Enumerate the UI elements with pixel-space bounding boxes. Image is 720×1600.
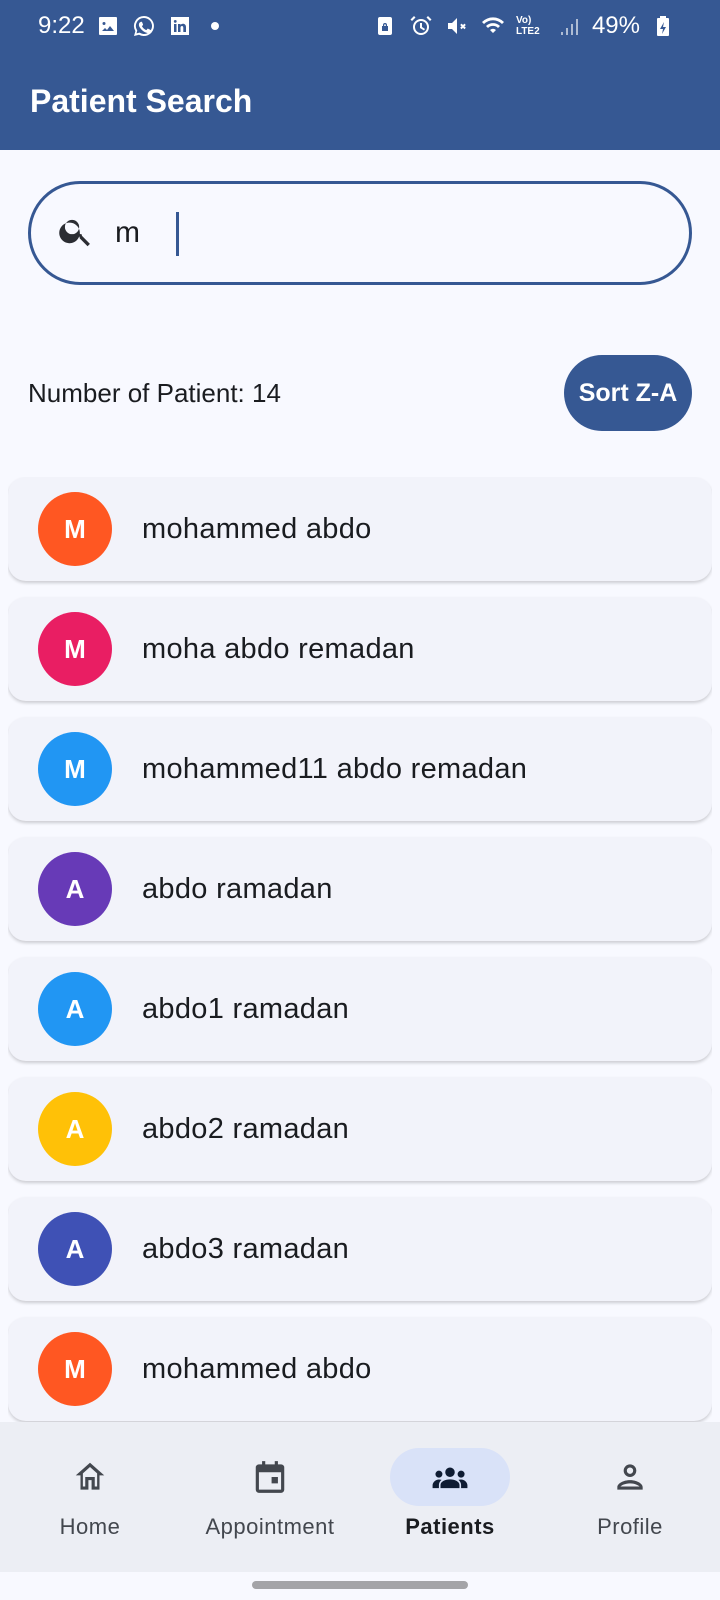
patient-card[interactable]: Mmohammed abdo [8,1317,712,1421]
patient-card[interactable]: Aabdo ramadan [8,837,712,941]
patient-card[interactable]: Mmohammed abdo [8,477,712,581]
search-input[interactable] [115,216,615,250]
patient-name: abdo ramadan [142,872,333,905]
notification-dot-icon [210,22,219,30]
patient-name: mohammed11 abdo remadan [142,752,528,785]
patient-list[interactable]: Mmohammed abdo Mmoha abdo remadan Mmohamme… [8,477,712,1422]
nav-label: Profile [597,1514,663,1539]
patient-card[interactable]: Aabdo3 ramadan [8,1197,712,1301]
people-icon [390,1448,510,1506]
nav-item-home[interactable]: Home [0,1422,180,1572]
nav-item-patients[interactable]: Patients [360,1422,540,1572]
gesture-handle[interactable] [252,1581,468,1589]
battery-icon [650,13,676,39]
network-label: Vo) LTE2 [515,15,540,37]
patient-card[interactable]: Mmoha abdo remadan [8,597,712,701]
calendar-icon [210,1448,330,1506]
patient-card[interactable]: Aabdo2 ramadan [8,1077,712,1181]
avatar: A [38,1212,112,1286]
patient-name: abdo2 ramadan [142,1112,350,1145]
avatar: M [38,732,112,806]
nav-item-appointment[interactable]: Appointment [180,1422,360,1572]
wifi-icon [480,13,506,39]
sort-button[interactable]: Sort Z-A [564,355,692,431]
search-icon [57,212,95,255]
patient-name: mohammed abdo [142,1352,372,1385]
gallery-icon [95,13,121,39]
nav-item-profile[interactable]: Profile [540,1422,720,1572]
patient-name: abdo3 ramadan [142,1232,350,1265]
linkedin-icon [167,13,193,39]
nav-label: Appointment [205,1514,335,1539]
patient-card[interactable]: Aabdo1 ramadan [8,957,712,1061]
patient-count: Number of Patient: 14 [28,377,281,408]
status-bar: 9:22 Vo) LTE2 49% [0,0,720,52]
avatar: M [38,492,112,566]
app-bar: Patient Search [0,52,720,150]
search-box[interactable] [28,181,692,285]
patient-summary-row: Number of Patient: 14 Sort Z-A [28,355,692,431]
whatsapp-icon [131,13,157,39]
patient-name: abdo1 ramadan [142,992,350,1025]
avatar: A [38,972,112,1046]
signal-icon [556,13,582,39]
nav-label: Home [59,1514,121,1539]
patient-card[interactable]: Mmohammed11 abdo remadan [8,717,712,821]
gesture-area [0,1572,720,1600]
home-icon [30,1448,150,1506]
bottom-navigation: Home Appointment Patients Profile [0,1422,720,1572]
nav-label: Patients [405,1514,495,1539]
avatar: A [38,1092,112,1166]
status-time: 9:22 [38,12,85,39]
text-cursor [176,212,179,256]
person-icon [570,1448,690,1506]
alarm-icon [408,13,434,39]
avatar: M [38,612,112,686]
avatar: A [38,852,112,926]
patient-name: mohammed abdo [142,512,372,545]
mute-icon [444,13,470,39]
lock-icon [372,13,398,39]
avatar: M [38,1332,112,1406]
battery-percent: 49% [591,12,640,39]
patient-name: moha abdo remadan [142,632,415,665]
page-title: Patient Search [30,82,253,119]
